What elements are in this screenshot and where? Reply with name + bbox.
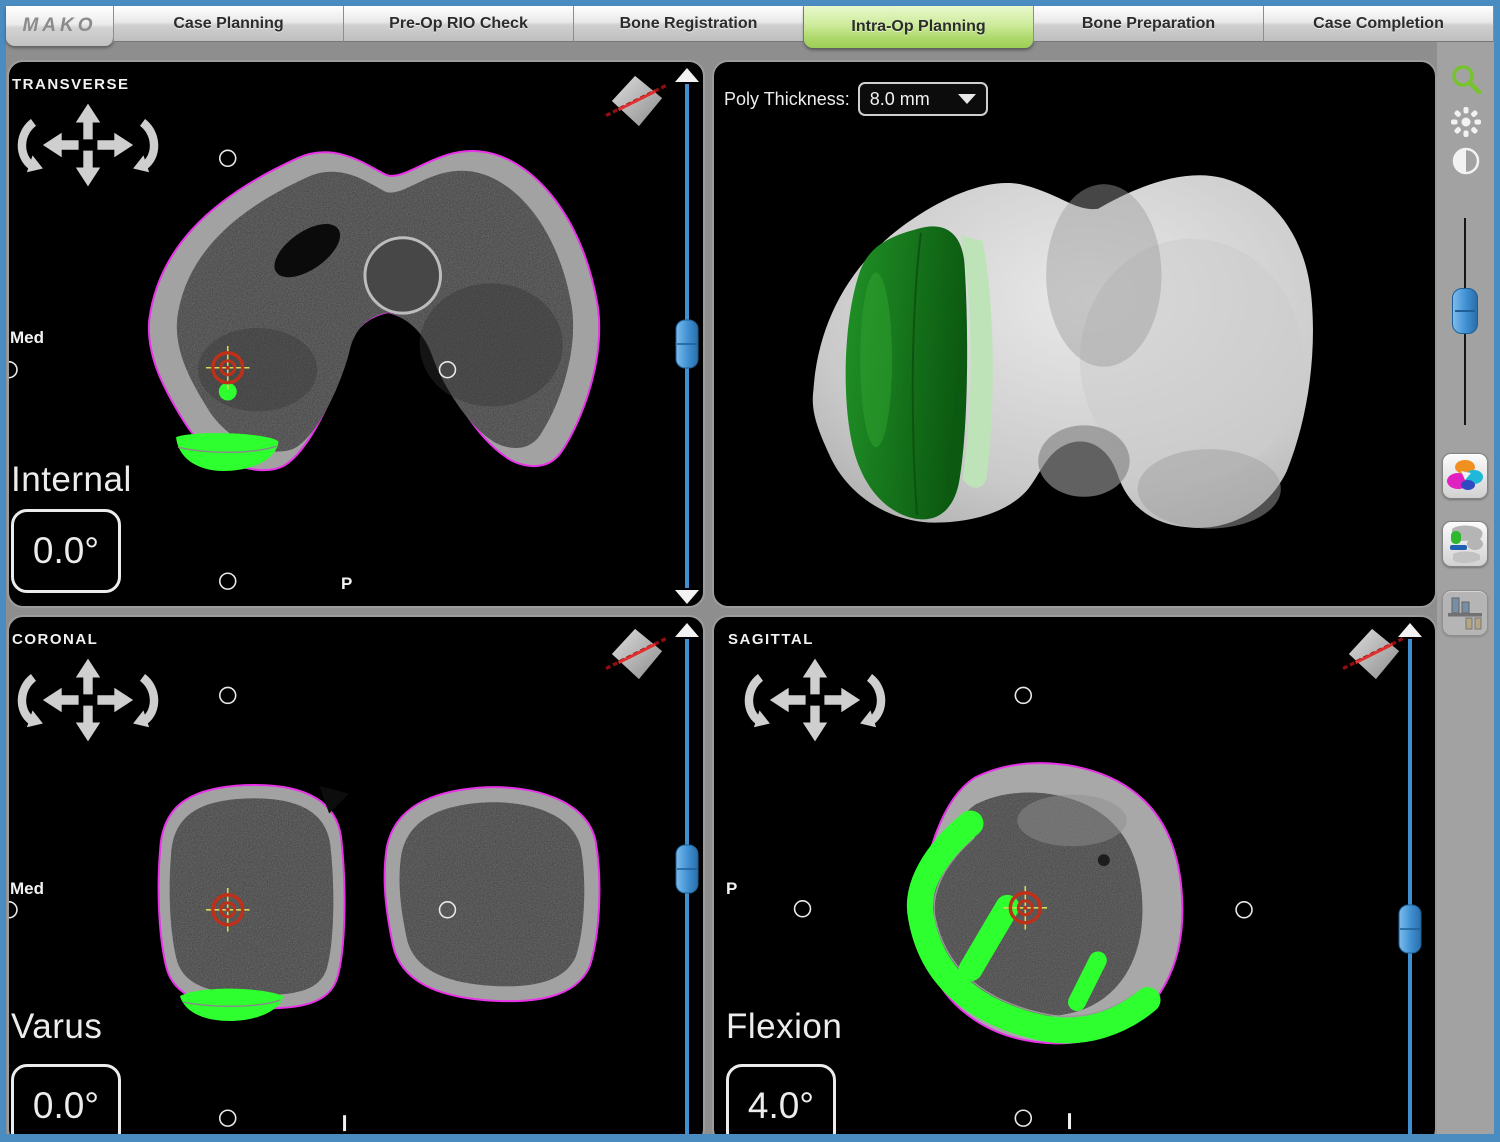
slice-scrollbar[interactable] xyxy=(1395,621,1425,1134)
medial-label: Med xyxy=(10,328,44,348)
window-content: MAKO Case Planning Pre-Op RIO Check Bone… xyxy=(6,6,1494,1134)
varus-angle-box: 0.0° xyxy=(11,1064,121,1134)
scroll-up-arrow[interactable] xyxy=(675,68,699,82)
window-level-slider-handle[interactable] xyxy=(1452,288,1478,334)
transverse-view[interactable]: TRANSVERSE Med Internal 0.0° P xyxy=(7,60,705,608)
implant-3d-view-button[interactable] xyxy=(1442,521,1488,567)
scroll-down-arrow[interactable] xyxy=(675,590,699,604)
flexion-angle-box: 4.0° xyxy=(726,1064,836,1134)
resection-chart-button[interactable] xyxy=(1442,590,1488,636)
pan-rotate-control[interactable] xyxy=(9,653,167,747)
slice-plane-icon[interactable] xyxy=(605,625,669,683)
tab-pre-op-rio-check[interactable]: Pre-Op RIO Check xyxy=(344,6,574,42)
posterior-label: P xyxy=(726,879,737,899)
posterior-label: P xyxy=(341,574,352,594)
poly-thickness-select[interactable]: 8.0 mm xyxy=(858,82,988,116)
view-title: TRANSVERSE xyxy=(12,76,130,93)
femur-3d-view[interactable]: Poly Thickness: 8.0 mm xyxy=(712,60,1437,608)
varus-angle-label: Varus xyxy=(11,1007,102,1047)
slice-scrollbar[interactable] xyxy=(672,66,702,606)
contrast-tool-button[interactable] xyxy=(1437,144,1494,178)
internal-angle-box: 0.0° xyxy=(11,509,121,593)
multi-view-layout-button[interactable] xyxy=(1442,453,1488,499)
caret-down-icon xyxy=(958,94,976,104)
tab-bone-registration[interactable]: Bone Registration xyxy=(574,6,804,42)
scroll-up-arrow[interactable] xyxy=(1398,623,1422,637)
pan-rotate-control[interactable] xyxy=(736,653,894,747)
brightness-tool-button[interactable] xyxy=(1437,104,1494,140)
medial-label: Med xyxy=(10,879,44,899)
workflow-tabbar: MAKO Case Planning Pre-Op RIO Check Bone… xyxy=(6,6,1494,42)
internal-angle-label: Internal xyxy=(11,460,132,500)
magnifier-icon xyxy=(1449,64,1483,98)
application-window: MAKO Case Planning Pre-Op RIO Check Bone… xyxy=(0,0,1500,1142)
poly-thickness-value: 8.0 mm xyxy=(870,89,930,110)
tab-intra-op-planning[interactable]: Intra-Op Planning xyxy=(804,6,1034,48)
mako-logo: MAKO xyxy=(6,6,114,46)
brightness-icon xyxy=(1448,104,1484,140)
slice-scrollbar[interactable] xyxy=(672,621,702,1134)
slice-plane-icon[interactable] xyxy=(605,72,669,130)
flexion-angle-label: Flexion xyxy=(726,1007,842,1047)
tab-case-planning[interactable]: Case Planning xyxy=(114,6,344,42)
zoom-tool-button[interactable] xyxy=(1437,64,1494,98)
coronal-view[interactable]: CORONAL Med Varus 0.0° xyxy=(7,615,705,1134)
resection-chart-icon xyxy=(1444,592,1486,634)
femur-3d-model xyxy=(714,62,1435,606)
sagittal-view[interactable]: SAGITTAL P Flexion 4.0° xyxy=(712,615,1437,1134)
scroll-up-arrow[interactable] xyxy=(675,623,699,637)
viewport-grid: TRANSVERSE Med Internal 0.0° P xyxy=(6,42,1494,1134)
canal-ring xyxy=(365,238,441,313)
tab-bone-preparation[interactable]: Bone Preparation xyxy=(1034,6,1264,42)
multi-view-icon xyxy=(1443,454,1487,498)
poly-thickness-label: Poly Thickness: xyxy=(724,89,850,110)
knee-implant-icon xyxy=(1444,523,1486,565)
view-title: SAGITTAL xyxy=(728,631,814,648)
pan-rotate-control[interactable] xyxy=(9,98,167,192)
contrast-icon xyxy=(1449,144,1483,178)
view-title: CORONAL xyxy=(12,631,98,648)
tab-case-completion[interactable]: Case Completion xyxy=(1264,6,1494,42)
tool-sidebar xyxy=(1437,42,1494,1134)
